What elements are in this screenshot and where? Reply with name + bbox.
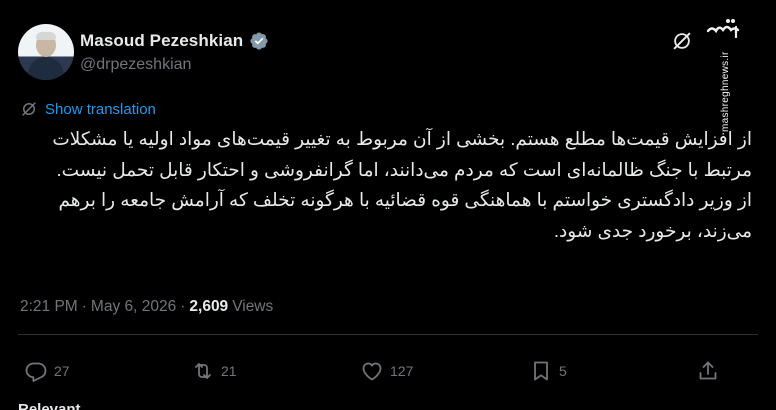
meta-separator: · — [180, 298, 186, 315]
reply-count: 27 — [54, 363, 70, 379]
tweet-header: Masoud Pezeshkian @drpezeshkian — [18, 24, 718, 84]
share-icon — [699, 361, 717, 380]
like-icon — [362, 362, 382, 381]
tweet-paragraph-1: از افزایش قیمت‌ها مطلع هستم. بخشی از آن … — [52, 128, 752, 180]
watermark-logo — [706, 19, 740, 39]
repost-count: 21 — [221, 363, 237, 379]
like-button[interactable]: 127 — [360, 356, 413, 386]
translate-icon — [22, 102, 36, 116]
tweet-date[interactable]: May 6, 2026 — [91, 298, 176, 316]
avatar[interactable] — [18, 24, 74, 80]
tweet-text: از افزایش قیمت‌ها مطلع هستم. بخشی از آن … — [18, 124, 752, 246]
meta-separator: · — [81, 298, 87, 315]
tweet-time[interactable]: 2:21 PM — [20, 298, 78, 316]
author-handle[interactable]: @drpezeshkian — [80, 56, 191, 74]
watermark: mashreghnews.ir — [704, 14, 744, 134]
action-bar: 27 21 127 5 — [24, 356, 734, 386]
divider — [18, 334, 758, 335]
author-name-row: Masoud Pezeshkian — [80, 31, 269, 51]
verified-badge-icon[interactable] — [249, 31, 269, 51]
repost-button[interactable]: 21 — [191, 356, 237, 386]
bookmark-icon — [534, 361, 548, 381]
bookmark-count: 5 — [559, 363, 567, 379]
show-translation-link[interactable]: Show translation — [20, 100, 156, 118]
avatar-hair — [36, 32, 56, 40]
avatar-suit — [28, 57, 64, 80]
relevant-label: Relevant — [18, 400, 81, 410]
repost-icon — [195, 363, 211, 379]
author-name[interactable]: Masoud Pezeshkian — [80, 31, 243, 51]
reply-icon — [25, 362, 47, 382]
like-count: 127 — [390, 363, 414, 379]
show-translation-label[interactable]: Show translation — [45, 101, 156, 118]
tweet-paragraph-2: از وزیر دادگستری خواستم با هماهنگی قوه ق… — [58, 189, 752, 241]
watermark-site: mashreghnews.ir — [720, 51, 731, 132]
views-count: 2,609 — [189, 298, 229, 315]
grok-icon[interactable] — [671, 30, 693, 52]
chevron-down-icon: ⌄ — [84, 401, 98, 410]
reply-button[interactable]: 27 — [24, 356, 70, 386]
views-label: Views — [232, 298, 274, 315]
replies-sort[interactable]: Relevant ⌄ — [18, 400, 97, 410]
bookmark-button[interactable]: 5 — [529, 356, 567, 386]
tweet-meta: 2:21 PM · May 6, 2026 · 2,609 Views — [20, 298, 273, 316]
share-button[interactable] — [696, 356, 720, 386]
